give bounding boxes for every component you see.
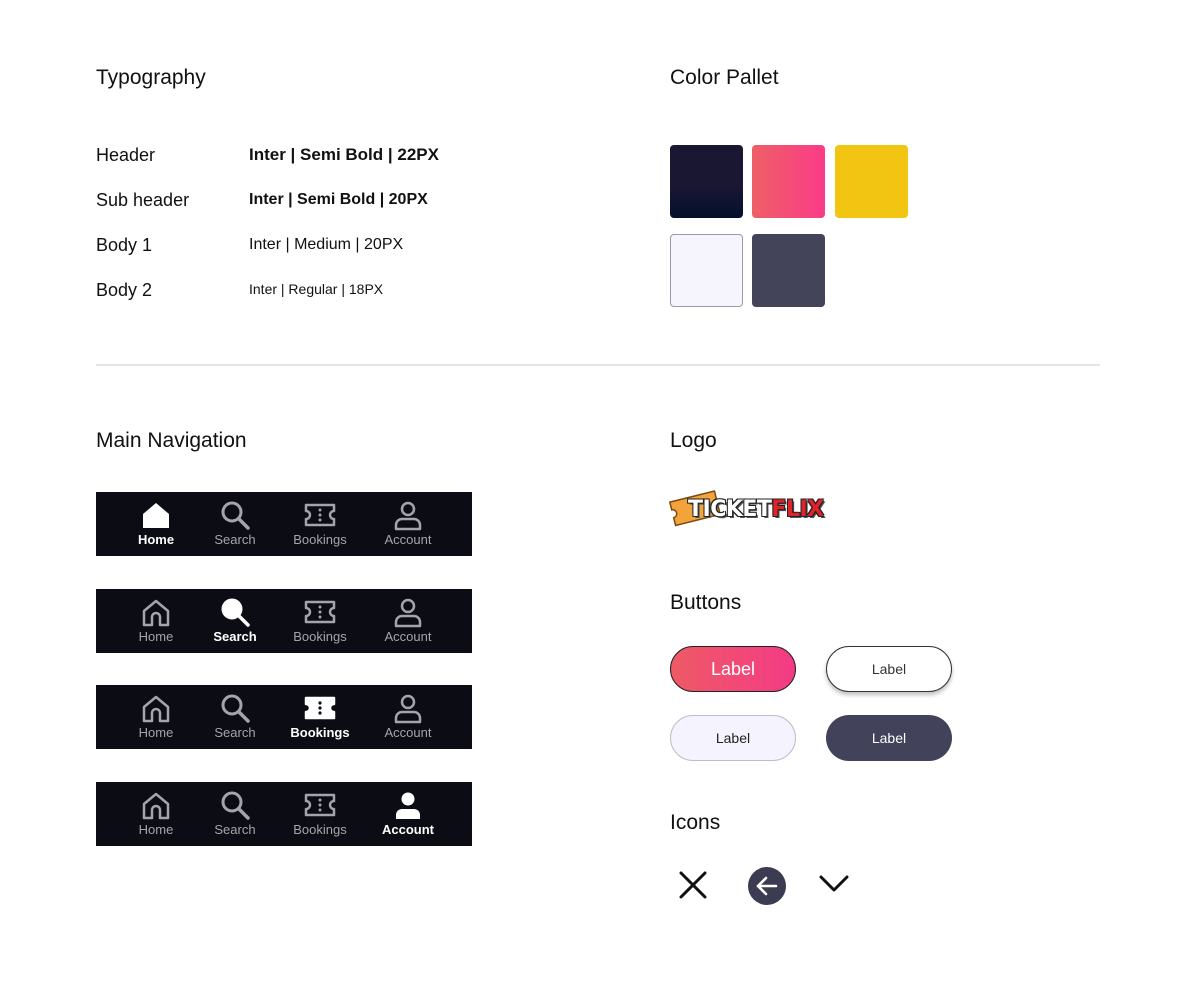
home-icon <box>143 503 169 528</box>
ticket-icon <box>304 696 336 720</box>
ticket-icon <box>304 793 336 817</box>
nav-label-bookings: Bookings <box>290 725 350 740</box>
buttons-title: Buttons <box>670 591 742 614</box>
typo-spec-sub-header: Inter | Semi Bold | 20PX <box>249 191 428 208</box>
user-icon <box>394 501 422 531</box>
nav-item-search[interactable]: Search <box>210 691 260 740</box>
palette-title: Color Pallet <box>670 66 779 89</box>
nav-label-account: Account <box>384 725 432 740</box>
nav-label-account: Account <box>384 532 432 547</box>
nav-label-bookings: Bookings <box>293 822 347 837</box>
ticket-icon <box>304 503 336 527</box>
nav-label-bookings: Bookings <box>293 629 347 644</box>
typo-name-body-1: Body 1 <box>96 235 153 255</box>
nav-bar-search-active: Home Search Bookings Account <box>96 589 472 653</box>
swatch-slate <box>752 234 825 307</box>
nav-label-search: Search <box>214 725 256 740</box>
user-icon <box>394 694 422 724</box>
logo-text-flix: FLIX <box>771 497 824 522</box>
light-button[interactable]: Label <box>670 715 796 761</box>
nav-bar-bookings-active: Home Search Bookings Account <box>96 685 472 749</box>
nav-item-home[interactable]: Home <box>133 788 179 837</box>
search-icon <box>221 501 250 530</box>
typo-spec-body-2: Inter | Regular | 18PX <box>249 281 384 297</box>
nav-label-home: Home <box>138 629 174 644</box>
dark-button[interactable]: Label <box>826 715 952 761</box>
home-icon <box>142 792 170 820</box>
swatch-yellow <box>835 145 908 218</box>
icons-title: Icons <box>670 811 721 834</box>
nav-item-home[interactable]: Home <box>133 595 179 644</box>
nav-label-home: Home <box>138 822 174 837</box>
nav-item-search[interactable]: Search <box>210 788 260 837</box>
nav-item-bookings[interactable]: Bookings <box>288 595 352 644</box>
arrow-left-circle-icon[interactable] <box>747 866 787 906</box>
ticket-icon <box>304 600 336 624</box>
swatch-lavender <box>670 234 743 307</box>
primary-gradient-button[interactable]: Label <box>670 646 796 692</box>
nav-label-search: Search <box>214 532 256 547</box>
search-icon <box>221 598 250 627</box>
nav-item-bookings[interactable]: Bookings <box>288 691 352 740</box>
logo-title: Logo <box>670 429 717 452</box>
nav-item-home[interactable]: Home <box>133 691 179 740</box>
typo-name-body-2: Body 2 <box>96 280 153 300</box>
nav-item-bookings[interactable]: Bookings <box>288 498 352 547</box>
typography-title: Typography <box>96 66 206 89</box>
nav-label-search: Search <box>213 629 257 644</box>
nav-item-home[interactable]: Home <box>133 498 179 547</box>
search-icon <box>221 791 250 820</box>
home-icon <box>142 599 170 627</box>
typo-name-sub-header: Sub header <box>96 190 190 210</box>
ticketflix-logo: TICKETFLIX <box>668 484 830 532</box>
nav-label-bookings: Bookings <box>293 532 347 547</box>
typo-spec-body-1: Inter | Medium | 20PX <box>249 236 404 253</box>
nav-item-search[interactable]: Search <box>210 498 260 547</box>
nav-label-home: Home <box>137 532 175 547</box>
typo-name-header: Header <box>96 145 156 165</box>
nav-item-search[interactable]: Search <box>210 595 260 644</box>
navigation-title: Main Navigation <box>96 429 247 452</box>
chevron-down-icon[interactable] <box>816 868 852 900</box>
nav-bar-account-active: Home Search Bookings Account <box>96 782 472 846</box>
home-icon <box>142 695 170 723</box>
typo-spec-header: Inter | Semi Bold | 22PX <box>249 145 439 164</box>
user-icon <box>394 598 422 628</box>
nav-label-account: Account <box>384 629 432 644</box>
nav-bar-home-active: Home Search Bookings Account <box>96 492 472 556</box>
search-icon <box>221 694 250 723</box>
swatch-navy <box>670 145 743 218</box>
nav-item-account[interactable]: Account <box>378 595 438 644</box>
nav-label-home: Home <box>138 725 174 740</box>
close-icon[interactable] <box>676 868 710 902</box>
outline-button[interactable]: Label <box>826 646 952 692</box>
user-icon <box>396 792 420 819</box>
nav-item-account[interactable]: Account <box>378 788 438 837</box>
logo-text-ticket: TICKET <box>688 497 772 522</box>
section-divider <box>96 364 1100 366</box>
swatch-pink-gradient <box>752 145 825 218</box>
nav-label-account: Account <box>382 822 434 837</box>
nav-item-account[interactable]: Account <box>378 691 438 740</box>
nav-item-bookings[interactable]: Bookings <box>288 788 352 837</box>
nav-label-search: Search <box>214 822 256 837</box>
nav-item-account[interactable]: Account <box>378 498 438 547</box>
